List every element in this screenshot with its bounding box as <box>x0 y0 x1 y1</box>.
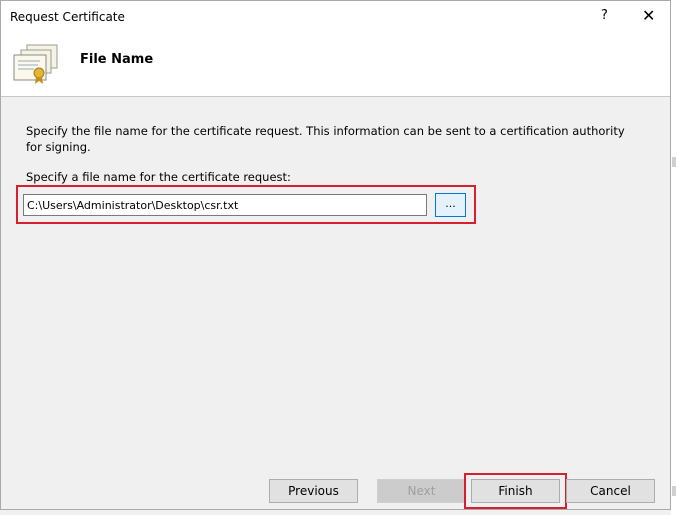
next-button[interactable]: Next <box>377 479 466 503</box>
title-bar: Request Certificate ? ✕ <box>1 1 670 34</box>
background-edge-mark <box>672 157 676 167</box>
cancel-button[interactable]: Cancel <box>566 479 655 503</box>
previous-button[interactable]: Previous <box>269 479 358 503</box>
wizard-footer: Previous Next Finish Cancel <box>1 467 670 511</box>
file-name-label: Specify a file name for the certificate … <box>26 170 291 184</box>
description-text: Specify the file name for the certificat… <box>26 124 625 154</box>
finish-button[interactable]: Finish <box>471 479 560 503</box>
wizard-content: Specify the file name for the certificat… <box>1 97 670 467</box>
wizard-header: File Name <box>1 34 670 97</box>
help-button[interactable]: ? <box>601 8 608 23</box>
certificate-icon <box>13 44 58 84</box>
window-title: Request Certificate <box>10 10 125 24</box>
background-edge-mark <box>672 486 676 496</box>
close-button[interactable]: ✕ <box>642 6 655 25</box>
background-window-edge <box>671 0 677 515</box>
page-title: File Name <box>80 52 154 67</box>
request-certificate-dialog: Request Certificate ? ✕ File Name Specif… <box>0 0 671 510</box>
file-name-input[interactable] <box>23 194 427 216</box>
browse-button[interactable]: ... <box>435 193 466 217</box>
